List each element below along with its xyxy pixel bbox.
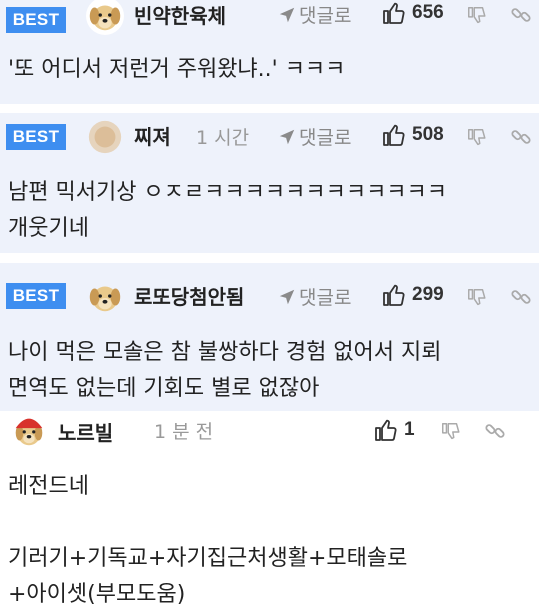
like-count: 656 bbox=[412, 2, 444, 23]
thumbs-down-icon[interactable] bbox=[440, 421, 462, 443]
reply-label: 댓글로 bbox=[299, 287, 352, 309]
comment-text: 레전드네 기러기+기독교+자기집근처생활+모태솔로 +아이셋(부모도움) bbox=[8, 474, 408, 607]
comment-best-2: BEST 찌져 1 시간 댓글로 508 남편 믹서기상 ㅇㅈㄹㅋㅋㅋㅋㅋㅋㅋㅋ… bbox=[0, 113, 539, 253]
nickname[interactable]: 찌져 bbox=[134, 121, 171, 150]
thumbs-up-icon bbox=[383, 2, 405, 24]
best-badge: BEST bbox=[6, 124, 66, 150]
best-badge: BEST bbox=[6, 283, 66, 309]
comment-best-3: BEST 로또당첨안됨 댓글로 299 나이 먹은 모솔은 참 불쌍하다 경험 … bbox=[0, 263, 539, 411]
dog-with-red-hat-avatar-icon[interactable] bbox=[10, 411, 48, 449]
comment-4: 노르빌 1 분 전 1 레전드네 기러기+기독교+자기집근처생활+모태솔로 +아… bbox=[0, 411, 539, 609]
blurred-avatar-icon[interactable] bbox=[86, 118, 124, 156]
like-button[interactable]: 1 bbox=[374, 418, 415, 442]
like-count: 508 bbox=[412, 124, 444, 145]
link-icon[interactable] bbox=[484, 420, 506, 442]
nickname[interactable]: 노르빌 bbox=[58, 417, 113, 446]
like-button[interactable]: 656 bbox=[382, 1, 444, 25]
comment-text: 남편 믹서기상 ㅇㅈㄹㅋㅋㅋㅋㅋㅋㅋㅋㅋㅋㅋㅋ 개웃기네 bbox=[8, 180, 448, 241]
link-icon[interactable] bbox=[510, 126, 532, 148]
timestamp: 1 분 전 bbox=[154, 421, 214, 443]
thumbs-up-icon bbox=[383, 124, 405, 146]
dog-avatar-icon[interactable] bbox=[86, 278, 124, 316]
best-badge: BEST bbox=[6, 7, 66, 33]
thumbs-down-icon[interactable] bbox=[466, 5, 488, 27]
thumbs-down-icon[interactable] bbox=[466, 127, 488, 149]
reply-button[interactable]: 댓글로 bbox=[278, 1, 351, 28]
like-button[interactable]: 508 bbox=[382, 123, 444, 147]
nickname[interactable]: 빈약한육체 bbox=[134, 0, 226, 29]
link-icon[interactable] bbox=[510, 286, 532, 308]
reply-label: 댓글로 bbox=[299, 127, 352, 149]
thumbs-up-icon bbox=[383, 284, 405, 306]
reply-button[interactable]: 댓글로 bbox=[278, 283, 351, 310]
location-arrow-icon bbox=[279, 7, 295, 22]
thumbs-up-icon bbox=[375, 419, 397, 441]
location-arrow-icon bbox=[279, 289, 295, 304]
like-count: 299 bbox=[412, 284, 444, 305]
reply-button[interactable]: 댓글로 bbox=[278, 123, 351, 150]
nickname[interactable]: 로또당첨안됨 bbox=[134, 281, 244, 310]
comment-text: 나이 먹은 모솔은 참 불쌍하다 경험 없어서 지뢰 면역도 없는데 기회도 별… bbox=[8, 340, 442, 401]
location-arrow-icon bbox=[279, 129, 295, 144]
dog-avatar-icon[interactable] bbox=[86, 0, 124, 35]
thumbs-down-icon[interactable] bbox=[466, 287, 488, 309]
reply-label: 댓글로 bbox=[299, 5, 352, 27]
comment-text: '또 어디서 저런거 주워왔냐..' ㅋㅋㅋ bbox=[8, 57, 346, 82]
link-icon[interactable] bbox=[510, 4, 532, 26]
timestamp: 1 시간 bbox=[196, 127, 250, 149]
comment-best-1: BEST 빈약한육체 댓글로 656 '또 어디서 저런거 주워왔냐..' ㅋㅋ… bbox=[0, 0, 539, 104]
like-button[interactable]: 299 bbox=[382, 283, 444, 307]
like-count: 1 bbox=[404, 419, 415, 440]
